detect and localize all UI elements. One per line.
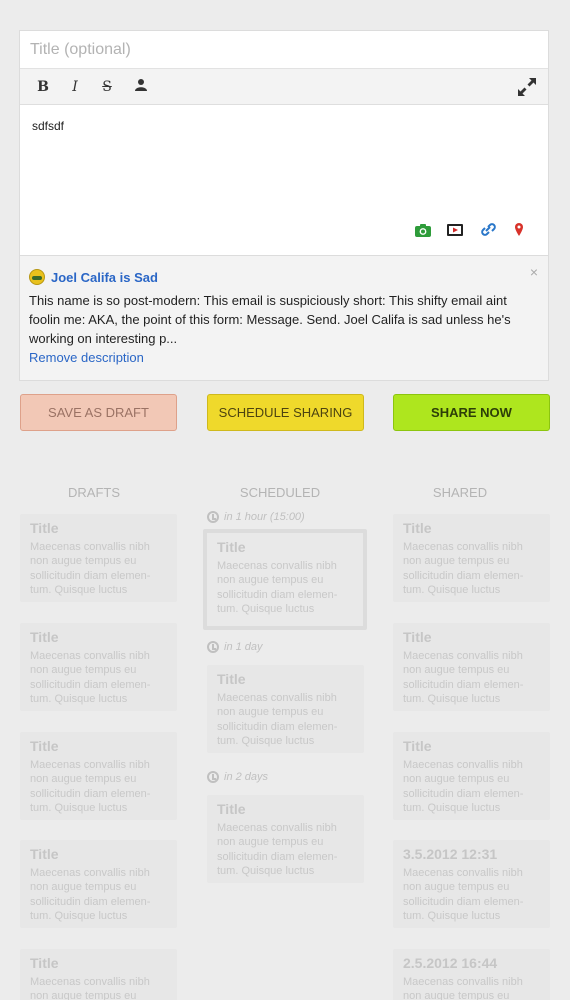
strikethrough-button[interactable]: S <box>98 78 116 96</box>
editor-text: sdfsdf <box>32 119 65 133</box>
draft-card[interactable]: Title Maecenas convallis nibh non augue … <box>20 840 177 928</box>
schedule-sharing-button[interactable]: SCHEDULE SHARING <box>207 394 364 431</box>
card-body: Maecenas convallis nibh non augue tempus… <box>30 759 151 814</box>
card-body: Maecenas convallis nibh non augue tempus… <box>217 560 338 615</box>
scheduled-heading: SCHEDULED <box>239 485 321 500</box>
schedule-time-text: in 1 hour (15:00) <box>224 511 305 523</box>
link-icon[interactable] <box>478 221 496 239</box>
draft-card[interactable]: Title Maecenas convallis nibh non augue … <box>20 732 177 820</box>
shared-card[interactable]: Title Maecenas convallis nibh non augue … <box>393 732 550 820</box>
card-body: Maecenas convallis nibh non augue tempus… <box>403 867 524 922</box>
share-now-button[interactable]: SHARE NOW <box>393 394 550 431</box>
card-body: Maecenas convallis nibh non augue tempus… <box>217 822 338 877</box>
schedule-time-text: in 1 day <box>224 641 263 653</box>
clock-icon <box>207 641 219 653</box>
card-title: Title <box>30 846 59 862</box>
mention-user-icon[interactable] <box>132 78 150 96</box>
preview-title-link[interactable]: Joel Califa is Sad <box>51 270 158 285</box>
preview-header: Joel Califa is Sad <box>29 268 538 286</box>
scheduled-card[interactable]: Title Maecenas convallis nibh non augue … <box>207 795 364 883</box>
card-body: Maecenas convallis nibh non augue tempus… <box>217 692 338 747</box>
shared-card[interactable]: 3.5.2012 12:31 Maecenas convallis nibh n… <box>393 840 550 928</box>
card-title: Title <box>30 738 59 754</box>
card-title: Title <box>403 629 432 645</box>
scheduled-card[interactable]: Title Maecenas convallis nibh non augue … <box>207 665 364 753</box>
schedule-time-label: in 2 days <box>207 771 268 783</box>
card-title: Title <box>403 738 432 754</box>
card-title: Title <box>217 539 246 555</box>
card-body: Maecenas convallis nibh non augue tempus… <box>30 541 151 596</box>
card-title: 3.5.2012 12:31 <box>403 846 498 862</box>
avatar <box>29 269 45 285</box>
link-preview: Joel Califa is Sad × This name is so pos… <box>19 256 549 381</box>
shared-card[interactable]: Title Maecenas convallis nibh non augue … <box>393 514 550 602</box>
video-icon[interactable] <box>446 221 464 239</box>
attachment-toolbar <box>414 221 528 239</box>
card-body: Maecenas convallis nibh non augue tempus… <box>30 867 151 922</box>
schedule-time-text: in 2 days <box>224 771 269 783</box>
close-icon[interactable]: × <box>530 264 538 280</box>
drafts-heading: DRAFTS <box>68 485 120 500</box>
fullscreen-expand-icon[interactable] <box>516 76 538 98</box>
card-title: Title <box>403 520 432 536</box>
title-input[interactable] <box>20 31 548 69</box>
card-body: Maecenas convallis nibh non augue tempus… <box>403 650 524 705</box>
message-editor[interactable]: sdfsdf <box>20 105 548 255</box>
card-body: Maecenas convallis nibh non augue tempus… <box>403 759 524 814</box>
card-title: Title <box>30 520 59 536</box>
formatting-toolbar: B I S <box>20 69 548 105</box>
draft-card[interactable]: Title Maecenas convallis nibh non augue … <box>20 949 177 1000</box>
remove-description-link[interactable]: Remove description <box>29 348 144 368</box>
preview-description: This name is so post-modern: This email … <box>29 293 511 346</box>
card-title: Title <box>217 671 246 687</box>
card-body: Maecenas convallis nibh non augue tempus… <box>30 650 151 705</box>
card-body: Maecenas convallis nibh non augue tempus… <box>403 976 523 1000</box>
bold-button[interactable]: B <box>34 78 52 96</box>
card-title: 2.5.2012 16:44 <box>403 955 498 971</box>
italic-button[interactable]: I <box>66 78 84 96</box>
card-title: Title <box>30 955 59 971</box>
draft-card[interactable]: Title Maecenas convallis nibh non augue … <box>20 623 177 711</box>
shared-card[interactable]: 2.5.2012 16:44 Maecenas convallis nibh n… <box>393 949 550 1000</box>
location-pin-icon[interactable] <box>510 221 528 239</box>
clock-icon <box>207 511 219 523</box>
camera-icon[interactable] <box>414 221 432 239</box>
card-body: Maecenas convallis nibh non augue tempus… <box>403 541 524 596</box>
card-title: Title <box>30 629 59 645</box>
card-title: Title <box>217 801 246 817</box>
schedule-time-label: in 1 hour (15:00) <box>207 511 305 523</box>
post-composer: B I S sdfsdf <box>19 30 549 256</box>
clock-icon <box>207 771 219 783</box>
shared-heading: SHARED <box>432 485 488 500</box>
draft-card[interactable]: Title Maecenas convallis nibh non augue … <box>20 514 177 602</box>
schedule-time-label: in 1 day <box>207 641 263 653</box>
card-body: Maecenas convallis nibh non augue tempus… <box>30 976 150 1000</box>
shared-card[interactable]: Title Maecenas convallis nibh non augue … <box>393 623 550 711</box>
scheduled-card-selected[interactable]: Title Maecenas convallis nibh non augue … <box>203 529 367 630</box>
save-as-draft-button[interactable]: SAVE AS DRAFT <box>20 394 177 431</box>
